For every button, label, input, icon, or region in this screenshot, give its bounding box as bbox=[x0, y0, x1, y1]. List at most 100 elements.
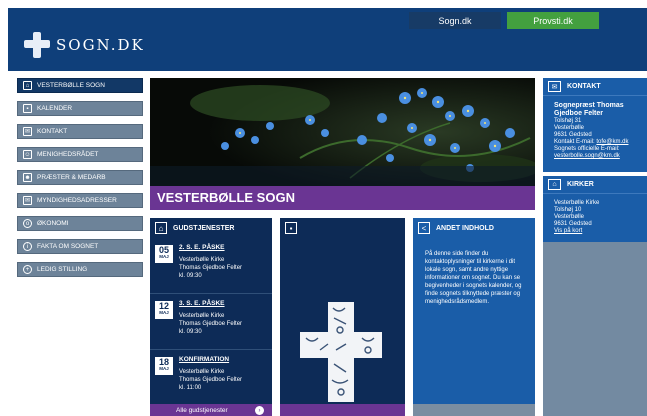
people-icon: ☻ bbox=[23, 173, 32, 182]
official-email-label: Sognets officielle E-mail: bbox=[554, 146, 620, 152]
hero-image bbox=[150, 78, 535, 186]
churches-panel: ⌂ KIRKER Vesterbølle Kirke Tolshøj 10 Ve… bbox=[543, 176, 647, 416]
calendar-panel[interactable]: ▪ bbox=[280, 218, 405, 416]
contact-body: Sognepræst Thomas Gjedboe Felter Tolshøj… bbox=[543, 96, 647, 160]
official-email-link[interactable]: vesterbolle.sogn@km.dk bbox=[554, 153, 620, 159]
hero-title-bar: VESTERBØLLE SOGN bbox=[150, 186, 535, 210]
other-content-header: < ANDET INDHOLD bbox=[413, 218, 535, 238]
contact-email-link[interactable]: tofe@km.dk bbox=[596, 139, 628, 145]
church-icon: ⌂ bbox=[23, 81, 32, 90]
contact-email-row: Kontakt E-mail: tofe@km.dk bbox=[554, 139, 641, 146]
mail-icon: ✉ bbox=[23, 196, 32, 205]
sidebar-item-menighedsradet[interactable]: ☺ MENIGHEDSRÅDET bbox=[17, 147, 143, 162]
contact-address-line2: Vesterbølle bbox=[554, 125, 585, 131]
service-title-link[interactable]: 2. S. E. PÅSKE bbox=[179, 244, 272, 251]
forget-me-not-flowers-image bbox=[150, 78, 535, 186]
tab-provsti[interactable]: Provsti.dk bbox=[507, 12, 599, 29]
mail-icon: ✉ bbox=[23, 127, 32, 136]
list-item[interactable]: 05 MAJ 2. S. E. PÅSKE Vesterbølle Kirke … bbox=[150, 238, 272, 294]
sidebar-item-label: KONTAKT bbox=[37, 128, 68, 135]
sidebar-item-praester[interactable]: ☻ PRÆSTER & MEDARB bbox=[17, 170, 143, 185]
sidebar-item-label: FAKTA OM SOGNET bbox=[37, 243, 99, 250]
logo-text: SOGN.DK bbox=[56, 36, 145, 54]
sidebar-item-label: LEDIG STILLING bbox=[37, 266, 88, 273]
services-heading: GUDSTJENESTER bbox=[173, 224, 235, 232]
sidebar-item-ledig-stilling[interactable]: + LEDIG STILLING bbox=[17, 262, 143, 277]
other-content-heading: ANDET INDHOLD bbox=[436, 224, 494, 232]
info-icon: i bbox=[23, 242, 32, 251]
date-month: MAJ bbox=[159, 254, 169, 259]
churches-footer-area bbox=[543, 242, 647, 416]
list-item[interactable]: 18 MAJ KONFIRMATION Vesterbølle Kirke Th… bbox=[150, 350, 272, 406]
site-header: SOGN.DK Sogn.dk Provsti.dk bbox=[8, 8, 647, 71]
service-priest: Thomas Gjedboe Felter bbox=[179, 321, 243, 327]
coin-icon: o bbox=[23, 219, 32, 228]
list-item[interactable]: 12 MAJ 3. S. E. PÅSKE Vesterbølle Kirke … bbox=[150, 294, 272, 350]
date-month: MAJ bbox=[159, 366, 169, 371]
sidebar-item-label: PRÆSTER & MEDARB bbox=[37, 174, 106, 181]
sidebar-item-kontakt[interactable]: ✉ KONTAKT bbox=[17, 124, 143, 139]
cross-logo-icon bbox=[24, 32, 50, 58]
church-body: Vesterbølle Kirke Tolshøj 10 Vesterbølle… bbox=[543, 194, 647, 235]
calendar-header: ▪ bbox=[280, 218, 405, 238]
person-icon: ☺ bbox=[23, 150, 32, 159]
service-church: Vesterbølle Kirke bbox=[179, 369, 225, 375]
page-title: VESTERBØLLE SOGN bbox=[157, 190, 295, 205]
services-header: ⌂ GUDSTJENESTER bbox=[150, 218, 272, 238]
other-content-panel: < ANDET INDHOLD På denne side finder du … bbox=[413, 218, 535, 416]
other-content-footer-bar bbox=[413, 404, 535, 416]
service-time: kl. 09:30 bbox=[179, 329, 202, 335]
calendar-footer-bar bbox=[280, 404, 405, 416]
contact-header: ✉ KONTAKT bbox=[543, 78, 647, 96]
date-badge: 18 MAJ bbox=[155, 357, 173, 375]
all-services-link[interactable]: Alle gudstjenester › bbox=[150, 404, 272, 416]
contact-address-line1: Tolshøj 31 bbox=[554, 118, 582, 124]
site-logo[interactable]: SOGN.DK bbox=[24, 32, 145, 58]
service-priest: Thomas Gjedboe Felter bbox=[179, 265, 243, 271]
contact-heading: KONTAKT bbox=[567, 83, 601, 90]
churches-header: ⌂ KIRKER bbox=[543, 176, 647, 194]
church-icon: ⌂ bbox=[155, 222, 167, 234]
plus-icon: + bbox=[23, 265, 32, 274]
churches-heading: KIRKER bbox=[567, 181, 594, 188]
sidebar-item-label: ØKONOMI bbox=[37, 220, 69, 227]
sidebar-nav: ⌂ VESTERBØLLE SOGN ▪ KALENDER ✉ KONTAKT … bbox=[17, 78, 143, 285]
date-month: MAJ bbox=[159, 310, 169, 315]
service-title-link[interactable]: 3. S. E. PÅSKE bbox=[179, 300, 272, 307]
church-address-line2: Vesterbølle bbox=[554, 214, 585, 220]
sidebar-item-label: KALENDER bbox=[37, 105, 73, 112]
official-email-row: Sognets officielle E-mail: vesterbolle.s… bbox=[554, 146, 641, 160]
service-time: kl. 09:30 bbox=[179, 273, 202, 279]
share-icon: < bbox=[418, 222, 430, 234]
church-address-line1: Tolshøj 10 bbox=[554, 207, 582, 213]
date-badge: 05 MAJ bbox=[155, 245, 173, 263]
other-content-text: På denne side finder du kontaktoplysning… bbox=[425, 251, 522, 305]
all-services-label: Alle gudstjenester bbox=[176, 406, 228, 414]
service-time: kl. 11:00 bbox=[179, 385, 202, 391]
sidebar-item-myndighedsadresser[interactable]: ✉ MYNDIGHEDSADRESSER bbox=[17, 193, 143, 208]
contact-name: Sognepræst Thomas Gjedboe Felter bbox=[554, 102, 624, 117]
contact-panel: ✉ KONTAKT Sognepræst Thomas Gjedboe Felt… bbox=[543, 78, 647, 172]
tab-sogn[interactable]: Sogn.dk bbox=[409, 12, 501, 29]
church-name: Vesterbølle Kirke bbox=[554, 200, 600, 206]
arrow-right-icon: › bbox=[255, 406, 264, 415]
sidebar-item-label: VESTERBØLLE SOGN bbox=[37, 82, 105, 89]
sidebar-item-label: MENIGHEDSRÅDET bbox=[37, 151, 99, 158]
sidebar-item-fakta[interactable]: i FAKTA OM SOGNET bbox=[17, 239, 143, 254]
sidebar-item-vesterbolle-sogn[interactable]: ⌂ VESTERBØLLE SOGN bbox=[17, 78, 143, 93]
show-on-map-link[interactable]: Vis på kort bbox=[554, 228, 641, 235]
service-priest: Thomas Gjedboe Felter bbox=[179, 377, 243, 383]
calendar-icon: ▪ bbox=[23, 104, 32, 113]
contact-postal: 9631 Gedsted bbox=[554, 132, 592, 138]
calendar-icon: ▪ bbox=[285, 222, 297, 234]
service-church: Vesterbølle Kirke bbox=[179, 313, 225, 319]
date-badge: 12 MAJ bbox=[155, 301, 173, 319]
service-title-link[interactable]: KONFIRMATION bbox=[179, 356, 272, 363]
church-postal: 9631 Gedsted bbox=[554, 221, 592, 227]
mail-icon: ✉ bbox=[548, 81, 561, 92]
sidebar-item-okonomi[interactable]: o ØKONOMI bbox=[17, 216, 143, 231]
sidebar-item-kalender[interactable]: ▪ KALENDER bbox=[17, 101, 143, 116]
contact-email-label: Kontakt E-mail: bbox=[554, 139, 595, 145]
sidebar-item-label: MYNDIGHEDSADRESSER bbox=[37, 197, 117, 204]
service-church: Vesterbølle Kirke bbox=[179, 257, 225, 263]
